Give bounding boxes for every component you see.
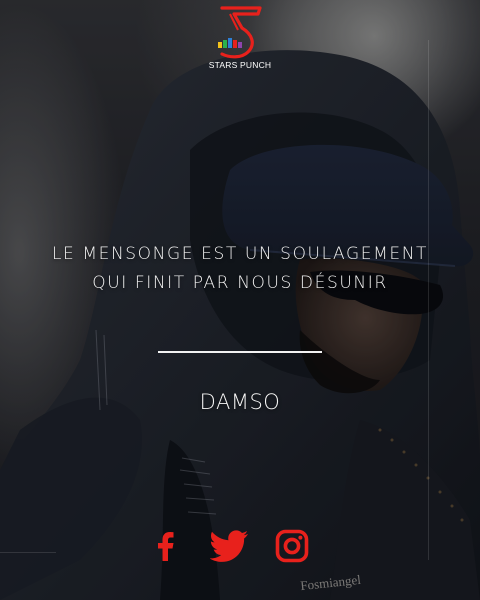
facebook-icon xyxy=(158,532,174,561)
darken-overlay xyxy=(0,0,480,600)
twitter-icon xyxy=(210,530,248,562)
facebook-link[interactable] xyxy=(144,524,188,568)
decorative-line xyxy=(428,40,429,560)
stars-punch-logo-icon xyxy=(218,6,262,59)
decorative-line xyxy=(0,552,56,553)
quote-line-2: QUI FINIT PAR NOUS DÉSUNIR xyxy=(92,273,388,293)
brand-name: STARS PUNCH xyxy=(208,60,272,70)
quote-line-1: LE MENSONGE EST UN SOULAGEMENT xyxy=(51,244,429,264)
twitter-link[interactable] xyxy=(208,524,252,568)
stars-punch-logo: STARS PUNCH xyxy=(190,4,290,74)
quote-divider xyxy=(158,351,322,353)
quote-text: LE MENSONGE EST UN SOULAGEMENT QUI FINIT… xyxy=(20,240,460,298)
quote-author: DAMSO xyxy=(199,390,281,414)
instagram-link[interactable] xyxy=(270,524,314,568)
quote-poster: Fosmiangel STARS PUNCH LE MENSONGE EST U… xyxy=(0,0,480,600)
instagram-icon xyxy=(275,529,309,563)
